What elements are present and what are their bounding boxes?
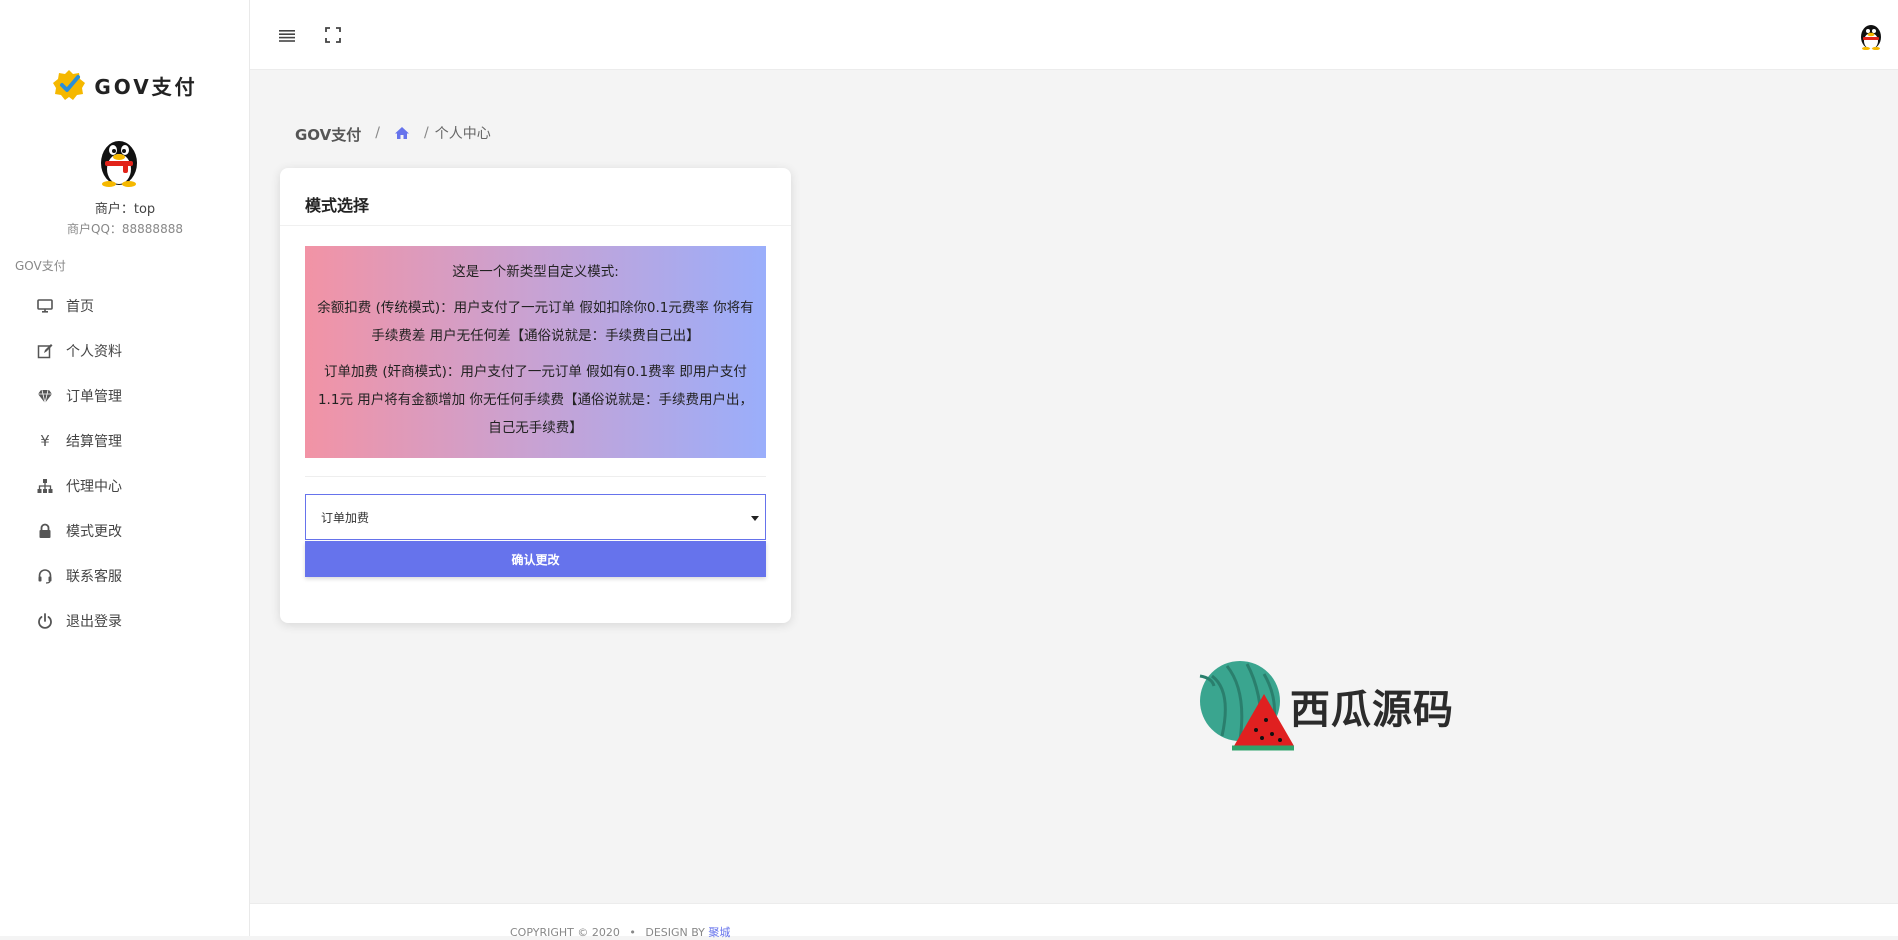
info-line: 这是一个新类型自定义模式: <box>452 264 619 280</box>
mode-select-card: 模式选择 这是一个新类型自定义模式: 余额扣费 (传统模式)：用户支付了一元订单… <box>280 168 791 623</box>
breadcrumb-separator: / <box>424 124 429 141</box>
breadcrumb: GOV支付 / / 个人中心 <box>295 120 491 145</box>
edit-icon <box>36 342 54 360</box>
sidebar-item-label: 代理中心 <box>66 478 122 495</box>
divider <box>280 225 791 226</box>
mode-info-box: 这是一个新类型自定义模式: 余额扣费 (传统模式)：用户支付了一元订单 假如扣除… <box>305 246 766 458</box>
home-icon[interactable] <box>394 126 410 140</box>
sidebar-item-label: 首页 <box>66 298 94 315</box>
sidebar-menu: 首页 个人资料 订单管理 ¥ 结算管理 代理中心 模式更改 联系客服 退出登录 <box>0 283 250 643</box>
info-line: 订单加费 (奸商模式)：用户支付了一元订单 假如有0.1费率 即用户支付1.1元… <box>317 364 754 436</box>
breadcrumb-current: 个人中心 <box>434 125 491 142</box>
sitemap-icon <box>36 477 54 495</box>
headset-icon <box>36 567 54 585</box>
sidebar-item-label: 模式更改 <box>66 523 122 540</box>
qq-penguin-icon <box>101 141 137 187</box>
sidebar-item-settlement[interactable]: ¥ 结算管理 <box>0 418 250 463</box>
design-by: DESIGN BY <box>645 926 705 939</box>
sidebar-item-home[interactable]: 首页 <box>0 283 250 328</box>
watermark: 西瓜源码 <box>1192 656 1454 752</box>
info-line: 余额扣费 (传统模式)：用户支付了一元订单 假如扣除你0.1元费率 你将有手续费… <box>317 300 754 344</box>
divider <box>305 476 766 477</box>
card-title: 模式选择 <box>305 196 370 215</box>
sidebar-item-profile[interactable]: 个人资料 <box>0 328 250 373</box>
yen-icon: ¥ <box>40 431 50 450</box>
sidebar-item-label: 订单管理 <box>66 388 122 405</box>
breadcrumb-root[interactable]: GOV支付 <box>295 124 361 145</box>
caret-down-icon <box>751 516 759 521</box>
footer-dot: • <box>629 926 636 939</box>
breadcrumb-separator: / <box>375 124 380 141</box>
fullscreen-icon[interactable] <box>324 26 342 44</box>
sidebar-item-agent[interactable]: 代理中心 <box>0 463 250 508</box>
sidebar-item-orders[interactable]: 订单管理 <box>0 373 250 418</box>
mode-select[interactable]: 订单加费 <box>305 494 766 540</box>
monitor-icon <box>36 297 54 315</box>
hamburger-icon[interactable] <box>278 26 296 44</box>
sidebar-item-label: 联系客服 <box>66 568 122 585</box>
sidebar-item-logout[interactable]: 退出登录 <box>0 598 250 643</box>
diamond-icon <box>36 387 54 405</box>
menu-heading: GOV支付 <box>15 259 66 273</box>
sidebar: GOV支付 商户：top 商户QQ：88888888 GOV支付 首页 个人资料 <box>0 0 250 936</box>
top-bar <box>250 0 1898 70</box>
footer: COPYRIGHT © 2020 • DESIGN BY 聚城 <box>250 903 1898 939</box>
brand[interactable]: GOV支付 <box>0 68 250 102</box>
sidebar-item-support[interactable]: 联系客服 <box>0 553 250 598</box>
watermark-text: 西瓜源码 <box>1290 687 1454 733</box>
sidebar-item-label: 退出登录 <box>66 613 122 630</box>
footer-text: COPYRIGHT © 2020 • DESIGN BY 聚城 <box>510 924 730 940</box>
merchant-qq: 商户QQ：88888888 <box>67 222 183 236</box>
mode-select-value: 订单加费 <box>321 510 370 525</box>
merchant-name: 商户：top <box>94 202 156 217</box>
lock-icon <box>36 522 54 540</box>
author-link[interactable]: 聚城 <box>708 926 730 939</box>
confirm-change-button[interactable]: 确认更改 <box>305 541 766 577</box>
watermelon-icon <box>1199 661 1294 751</box>
sidebar-item-label: 结算管理 <box>66 433 122 450</box>
brand-name: GOV支付 <box>94 74 198 99</box>
check-badge-icon <box>53 70 86 100</box>
copyright: COPYRIGHT © 2020 <box>510 926 620 939</box>
user-avatar-icon[interactable] <box>1858 22 1884 50</box>
power-icon <box>36 612 54 630</box>
sidebar-item-mode[interactable]: 模式更改 <box>0 508 250 553</box>
sidebar-item-label: 个人资料 <box>66 343 122 360</box>
